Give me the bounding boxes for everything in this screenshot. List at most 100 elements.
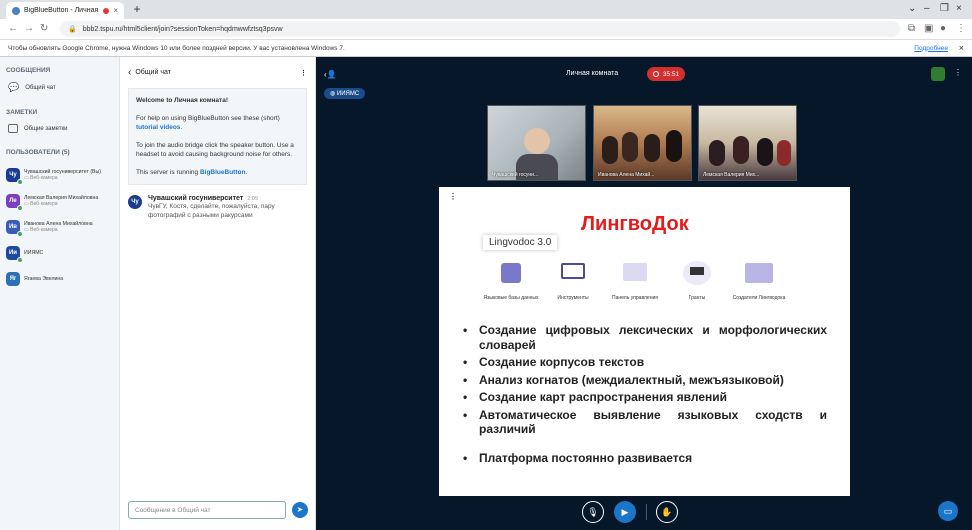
feature-item: Инструменты [543,253,603,301]
mic-status-icon [17,205,23,211]
avatar: Ив [6,220,23,237]
room-name: Личная комната [174,97,226,104]
raise-hand-button[interactable]: ✋ [656,501,678,523]
chat-header: ‹ Общий чат ⋮ [120,57,315,88]
webcam-name: Лемская Валерия Мих... [703,172,760,178]
graduation-cap-icon [677,253,717,291]
browser-toolbar: ← → ↻ 🔒 bbb2.tspu.ru/html5client/join?se… [0,19,972,39]
webcam-button[interactable]: ▶ [614,501,636,523]
recording-button[interactable]: 35:51 [647,67,685,81]
options-menu-icon[interactable]: ⋮ [954,68,962,77]
messages-header: СООБЩЕНИЯ [6,67,51,74]
back-icon[interactable]: ← [8,23,18,34]
shared-notes-label: Общие заметки [24,125,68,132]
sidepanel-icon[interactable]: ▣ [924,23,933,34]
bullet-item: • Создание карт распространения явлений [463,390,728,404]
webcam-video[interactable]: Иванова Алена Михай... [593,105,692,181]
bullet-item: • Платформа постоянно развивается [463,450,693,465]
profile-icon[interactable]: ● [940,23,946,34]
connection-status-icon[interactable] [931,67,945,81]
user-item[interactable]: Яг Ягаева Эвелина [0,266,119,292]
chat-title: Общий чат [135,69,171,76]
url-text: bbb2.tspu.ru/html5client/join?sessionTok… [82,25,283,33]
divider [646,504,647,520]
webcam-name: Чувашский госуни... [492,172,539,178]
sidebar-item-public-chat[interactable]: 💬 Общий чат [0,80,119,99]
user-item[interactable]: Ии ИИЯМС [0,240,119,266]
room-title: Личная комната [566,70,619,77]
database-icon [491,253,531,291]
avatar: Ле [6,194,23,211]
webcam-video[interactable]: Чувашский госуни... [487,105,586,181]
maximize-button[interactable]: ❐ [940,3,949,14]
tab-search-icon[interactable]: ⌄ [908,3,916,14]
slide-options-button[interactable]: ⋮ [449,192,457,201]
user-list: Чу Чувашский госуниверситет (Вы) ▭ Веб-ка… [0,162,119,292]
bbb-link[interactable]: BigBlueButton [200,169,246,176]
user-item[interactable]: Ле Лемская Валерия Михайловна ▭ Веб-камер… [0,188,119,214]
feature-item: Панель управления [605,253,665,301]
mic-status-icon [17,179,23,185]
room-badge: ◍ ИИЯМС [324,88,366,99]
new-tab-button[interactable]: + [130,3,144,17]
app-label: Lingvodoc 3.0 [483,235,557,250]
slide-title: ЛингвоДок [581,213,689,235]
chrome-menu-icon[interactable]: ⋮ [956,23,966,34]
extensions-icon[interactable]: ⧉ [908,23,915,34]
chat-icon: 💬 [8,82,20,92]
audio-hint: To join the audio bridge click the speak… [136,141,294,159]
feature-item: Создатели Лингводока [729,253,789,301]
webcam-name: Иванова Алена Михай... [598,172,655,178]
user-name: Ягаева Эвелина [24,276,64,282]
browser-tab[interactable]: BigBlueButton - Личная ком... × [6,2,124,19]
reload-icon[interactable]: ↻ [40,23,48,34]
avatar: Чу [6,168,23,185]
record-icon [652,71,659,77]
bullet-list: • Создание цифровых лексических и морфоло… [463,323,827,468]
avatar: Чу [128,195,142,209]
webcam-icon: ▭ [24,227,29,233]
team-icon [739,253,779,291]
bullet-item: • Создание цифровых лексических и морфоло… [463,323,827,352]
avatar: Яг [6,272,20,286]
notes-icon [8,124,18,133]
infobar-more-link[interactable]: Подробнее [914,45,948,52]
notes-header: ЗАМЕТКИ [6,109,38,116]
presentation-slide[interactable]: ⋮ ЛингвоДок Lingvodoc 3.0 Языковые базы … [439,187,850,496]
tools-icon [553,253,593,291]
tab-close-button[interactable]: × [113,6,118,15]
user-status: Веб-камера [30,227,58,233]
webcam-video[interactable]: Лемская Валерия Мих... [698,105,797,181]
infobar-text: Чтобы обновлять Google Chrome, нужна Win… [8,44,345,52]
webcam-icon: ▭ [24,175,29,181]
tab-title: BigBlueButton - Личная ком... [24,7,99,14]
chat-message: Чу Чувашский госуниверситет 2:09 ЧувГУ, К… [128,195,307,220]
sidebar-item-shared-notes[interactable]: Общие заметки [0,122,119,139]
public-chat-label: Общий чат [25,84,56,91]
minimize-button[interactable]: – [924,3,930,14]
chat-options-button[interactable]: ⋮ [300,69,307,77]
avatar: Ии [6,246,23,263]
forward-icon[interactable]: → [24,23,34,34]
user-status: Веб-камера [30,201,58,207]
presentation-toggle-button[interactable]: ▭ [938,501,958,521]
user-item[interactable]: Чу Чувашский госуниверситет (Вы) ▭ Веб-ка… [0,162,119,188]
user-item[interactable]: Ив Иванова Алена Михайловна ▭ Веб-камера [0,214,119,240]
browser-tab-bar: BigBlueButton - Личная ком... × + ⌄ – ❐ … [0,0,972,19]
close-window-button[interactable]: × [956,3,962,14]
address-bar[interactable]: 🔒 bbb2.tspu.ru/html5client/join?sessionT… [60,21,900,37]
chat-back-icon[interactable]: ‹ [128,67,131,78]
chat-input[interactable]: Сообщение в Общий чат [128,501,286,519]
infobar-close-icon[interactable]: × [959,43,964,53]
send-button[interactable]: ➤ [292,502,308,518]
mic-status-icon [17,257,23,263]
message-text: ЧувГУ, Костя, сделайте, пожалуйста, пару… [148,203,275,219]
bigbluebutton-favicon-icon [12,6,20,15]
tutorial-link[interactable]: tutorial videos [136,124,180,131]
presentation-area: ‹👤 Личная комната 35:51 ⋮ ◍ ИИЯМС Чувашс… [316,57,972,530]
breakout-icon: ◍ [330,91,336,97]
toggle-userlist-icon[interactable]: ‹👤 [324,70,337,79]
mute-mic-button[interactable]: 🎙 [582,501,604,523]
lock-icon: 🔒 [68,26,77,33]
person-face [524,128,550,154]
